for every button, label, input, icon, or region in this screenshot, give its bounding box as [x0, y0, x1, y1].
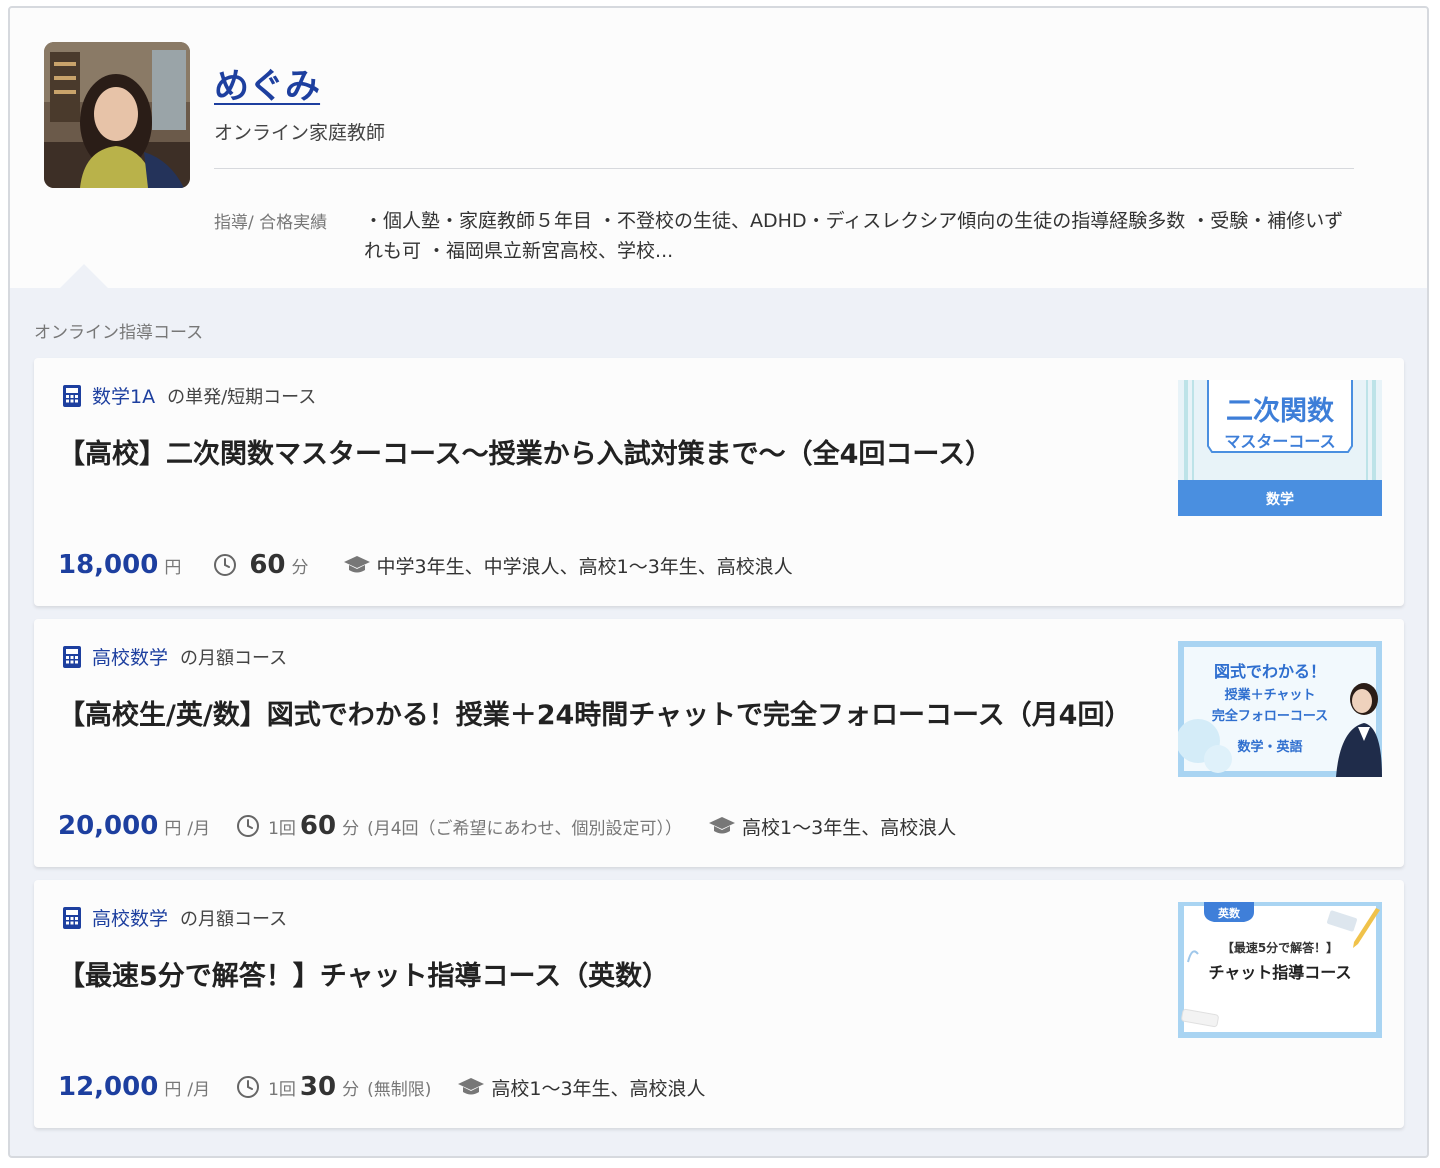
minutes-note: (無制限)	[367, 1080, 432, 1100]
thumbnail-image: 英数 【最速5分で解答！】 チャット指導コース	[1178, 902, 1382, 1038]
tutor-title: オンライン家庭教師	[214, 122, 386, 144]
thumbnail-line2: マスターコース	[1224, 432, 1335, 451]
course-stats: 12,000 円 /月 1回 30 分 (無制限) 高校1〜3年生、高校浪人	[58, 1072, 706, 1102]
course-kind: の単発/短期コース	[167, 386, 317, 408]
course-grades: 中学3年生、中学浪人、高校1〜3年生、高校浪人	[376, 556, 793, 578]
calculator-icon	[63, 906, 81, 929]
course-subject[interactable]: 高校数学	[92, 904, 168, 931]
price-per: /月	[187, 819, 211, 839]
price-unit: 円	[164, 819, 182, 839]
tutor-profile: めぐみ オンライン家庭教師 指導/ 合格実績 ・個人塾・家庭教師５年目 ・不登校…	[10, 8, 1427, 288]
course-minutes: 30	[299, 1072, 337, 1102]
calculator-icon	[63, 384, 81, 407]
achievements-label: 指導/ 合格実績	[214, 213, 328, 233]
course-stats: 20,000 円 /月 1回 60 分 (月4回（ご希望にあわせ、個別設定可））…	[58, 811, 956, 841]
course-title[interactable]: 【高校生/英/数】図式でわかる！授業＋24時間チャットで完全フォローコース（月4…	[58, 695, 1158, 737]
course-grades: 高校1〜3年生、高校浪人	[742, 817, 957, 839]
graduation-cap-icon	[458, 1078, 485, 1095]
graduation-cap-icon	[709, 817, 736, 834]
course-card[interactable]: 数学1A の単発/短期コース 【高校】二次関数マスターコース〜授業から入試対策ま…	[34, 358, 1404, 606]
clock-icon	[237, 1076, 260, 1098]
minutes-prefix: 1回	[268, 1080, 296, 1100]
course-price: 20,000	[58, 811, 159, 841]
course-title[interactable]: 【最速5分で解答！】チャット指導コース（英数）	[58, 956, 1158, 998]
avatar-photo	[44, 42, 190, 188]
minutes-note: (月4回（ご希望にあわせ、個別設定可））	[367, 819, 683, 839]
thumbnail-line1: 図式でわかる！	[1214, 662, 1326, 681]
profile-divider	[214, 168, 1354, 169]
course-subject[interactable]: 高校数学	[92, 643, 168, 670]
course-minutes: 60	[249, 550, 286, 580]
thumbnail-image: 二次関数 マスターコース 数学	[1178, 380, 1382, 516]
course-card[interactable]: 高校数学 の月額コース 【高校生/英/数】図式でわかる！授業＋24時間チャットで…	[34, 619, 1404, 867]
minutes-unit: 分	[342, 819, 360, 839]
course-grades: 高校1〜3年生、高校浪人	[491, 1078, 706, 1100]
thumbnail-line2: 授業＋チャット	[1225, 687, 1316, 703]
course-title[interactable]: 【高校】二次関数マスターコース〜授業から入試対策まで〜（全4回コース）	[58, 434, 1158, 476]
thumbnail-tag: 英数	[1217, 906, 1241, 920]
calculator-icon	[63, 645, 81, 668]
course-stats: 18,000 円 60 分 中学3年生、中学浪人、高校1〜3年生、高校浪人	[58, 550, 793, 580]
course-subject[interactable]: 数学1A	[92, 382, 155, 409]
price-unit: 円	[164, 558, 182, 578]
clock-icon	[237, 815, 260, 837]
price-per: /月	[187, 1080, 211, 1100]
course-thumbnail[interactable]: 二次関数 マスターコース 数学	[1178, 380, 1382, 516]
section-label: オンライン指導コース	[34, 323, 204, 343]
tutor-panel: めぐみ オンライン家庭教師 指導/ 合格実績 ・個人塾・家庭教師５年目 ・不登校…	[8, 6, 1429, 1158]
course-meta: 高校数学 の月額コース	[62, 904, 287, 931]
course-card[interactable]: 高校数学 の月額コース 【最速5分で解答！】チャット指導コース（英数） 12,0…	[34, 880, 1404, 1128]
minutes-unit: 分	[291, 558, 309, 578]
course-meta: 高校数学 の月額コース	[62, 643, 287, 670]
minutes-prefix: 1回	[268, 819, 296, 839]
tutor-avatar[interactable]	[44, 42, 190, 188]
course-minutes: 60	[299, 811, 337, 841]
thumbnail-image: 図式でわかる！ 授業＋チャット 完全フォローコース 数学・英語	[1178, 641, 1382, 777]
thumbnail-line3: 完全フォローコース	[1212, 708, 1328, 724]
course-kind: の月額コース	[180, 647, 288, 669]
course-kind: の月額コース	[180, 908, 288, 930]
course-price: 18,000	[58, 550, 159, 580]
graduation-cap-icon	[343, 556, 370, 573]
thumbnail-line1: 【最速5分で解答！】	[1222, 940, 1338, 955]
thumbnail-line4: 数学・英語	[1237, 739, 1302, 755]
course-thumbnail[interactable]: 英数 【最速5分で解答！】 チャット指導コース	[1178, 902, 1382, 1038]
price-unit: 円	[164, 1080, 182, 1100]
clock-icon	[214, 554, 237, 576]
thumbnail-line2: チャット指導コース	[1208, 963, 1351, 982]
profile-pointer	[60, 264, 108, 288]
minutes-unit: 分	[342, 1080, 360, 1100]
course-meta: 数学1A の単発/短期コース	[62, 382, 316, 409]
course-thumbnail[interactable]: 図式でわかる！ 授業＋チャット 完全フォローコース 数学・英語	[1178, 641, 1382, 777]
thumbnail-band: 数学	[1266, 491, 1294, 508]
thumbnail-line1: 二次関数	[1226, 396, 1335, 427]
achievements-text: ・個人塾・家庭教師５年目 ・不登校の生徒、ADHD・ディスレクシア傾向の生徒の指…	[364, 210, 1344, 262]
course-price: 12,000	[58, 1072, 159, 1102]
tutor-name-link[interactable]: めぐみ	[214, 58, 320, 109]
